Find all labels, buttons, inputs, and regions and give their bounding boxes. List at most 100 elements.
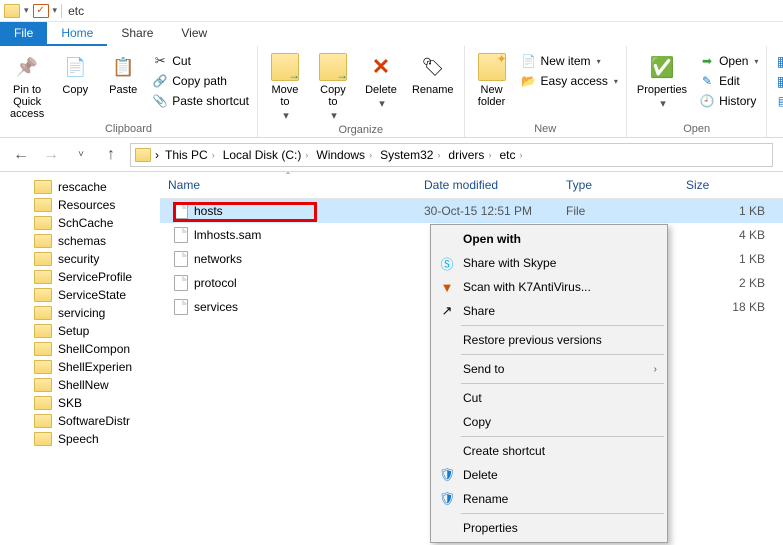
chevron-right-icon[interactable]: ›	[437, 150, 440, 160]
ctx-share[interactable]: ↗Share	[433, 299, 665, 323]
tree-item-label: SchCache	[58, 216, 113, 230]
tree-item[interactable]: SKB	[0, 394, 160, 412]
tree-item[interactable]: ShellExperien	[0, 358, 160, 376]
column-headers: ⌃Name Date modified Type Size	[160, 172, 783, 199]
tree-item[interactable]: ShellCompon	[0, 340, 160, 358]
tab-home[interactable]: Home	[47, 22, 107, 46]
tree-item-label: Resources	[58, 198, 115, 212]
column-name[interactable]: ⌃Name	[160, 172, 416, 198]
column-size[interactable]: Size	[678, 172, 783, 198]
delete-button[interactable]: Delete▾	[360, 50, 402, 112]
copy-button[interactable]: Copy	[54, 50, 96, 98]
history-button[interactable]: History	[697, 92, 760, 110]
new-item-button[interactable]: New item▾	[519, 52, 620, 70]
tree-item[interactable]: Speech	[0, 430, 160, 448]
ctx-share-skype[interactable]: ⓈShare with Skype	[433, 251, 665, 275]
recent-locations-button[interactable]: ˅	[70, 144, 92, 166]
tree-item[interactable]: security	[0, 250, 160, 268]
forward-button[interactable]: →	[40, 144, 62, 166]
move-to-button[interactable]: Move to▾	[264, 50, 306, 124]
tree-item[interactable]: SchCache	[0, 214, 160, 232]
new-folder-button[interactable]: New folder	[471, 50, 513, 110]
context-menu: Open with ⓈShare with Skype ▼Scan with K…	[430, 224, 668, 543]
tab-share[interactable]: Share	[107, 22, 167, 46]
tree-item[interactable]: ServiceState	[0, 286, 160, 304]
chevron-right-icon[interactable]: ›	[488, 150, 491, 160]
chevron-right-icon[interactable]: ›	[155, 148, 159, 162]
ribbon-group-clipboard: Pin to Quick access Copy Paste Cut Copy …	[0, 46, 258, 137]
tree-item[interactable]: schemas	[0, 232, 160, 250]
breadcrumb-segment[interactable]: System32›	[376, 148, 444, 162]
properties-button[interactable]: Properties▾	[633, 50, 691, 112]
paste-button[interactable]: Paste	[102, 50, 144, 98]
copy-icon	[60, 52, 90, 82]
edit-button[interactable]: Edit	[697, 72, 760, 90]
breadcrumb-segment[interactable]: drivers ›	[444, 148, 495, 162]
tree-item-label: schemas	[58, 234, 106, 248]
breadcrumb-segment[interactable]: Local Disk (C:)›	[219, 148, 313, 162]
group-label: Select	[773, 123, 783, 135]
separator	[61, 4, 62, 18]
paste-icon	[108, 52, 138, 82]
folder-icon[interactable]	[4, 4, 20, 18]
navigation-tree[interactable]: rescache Resources SchCache schemas security…	[0, 172, 160, 545]
paste-shortcut-button[interactable]: Paste shortcut	[150, 92, 251, 110]
chevron-right-icon[interactable]: ›	[519, 150, 522, 160]
tree-item[interactable]: ShellNew	[0, 376, 160, 394]
separator	[461, 513, 664, 514]
invert-selection-button[interactable]: Invert	[773, 92, 783, 110]
folder-icon	[34, 198, 52, 212]
file-size: 1 KB	[678, 202, 783, 220]
column-type[interactable]: Type	[558, 172, 678, 198]
copy-to-button[interactable]: Copy to▾	[312, 50, 354, 124]
rename-button[interactable]: Rename	[408, 50, 458, 98]
ctx-cut[interactable]: Cut	[433, 386, 665, 410]
tree-item[interactable]: SoftwareDistr	[0, 412, 160, 430]
folder-icon	[34, 360, 52, 374]
chevron-right-icon[interactable]: ›	[369, 150, 372, 160]
properties-qat-icon[interactable]: ✓	[33, 4, 49, 18]
file-row[interactable]: hosts30-Oct-15 12:51 PMFile1 KB	[160, 199, 783, 223]
breadcrumb[interactable]: › This PC›Local Disk (C:)›Windows›System…	[130, 143, 773, 167]
qat-dropdown-icon[interactable]: ▾	[53, 5, 58, 16]
ctx-send-to[interactable]: Send to›	[433, 357, 665, 381]
breadcrumb-segment[interactable]: This PC›	[161, 148, 219, 162]
pin-to-quick-access-button[interactable]: Pin to Quick access	[6, 50, 48, 122]
ctx-create-shortcut[interactable]: Create shortcut	[433, 439, 665, 463]
tree-item[interactable]: Setup	[0, 322, 160, 340]
up-button[interactable]: ↑	[100, 144, 122, 166]
tab-view[interactable]: View	[167, 22, 221, 46]
chevron-right-icon[interactable]: ›	[305, 150, 308, 160]
ctx-copy[interactable]: Copy	[433, 410, 665, 434]
easy-access-button[interactable]: Easy access▾	[519, 72, 620, 90]
file-size: 18 KB	[678, 298, 783, 316]
rename-icon	[418, 52, 448, 82]
tree-item[interactable]: servicing	[0, 304, 160, 322]
ctx-restore[interactable]: Restore previous versions	[433, 328, 665, 352]
ctx-open-with[interactable]: Open with	[433, 227, 665, 251]
folder-icon	[34, 342, 52, 356]
breadcrumb-segment[interactable]: Windows›	[312, 148, 376, 162]
tree-item[interactable]: ServiceProfile	[0, 268, 160, 286]
qat-dropdown-icon[interactable]: ▾	[24, 5, 29, 16]
tree-item[interactable]: Resources	[0, 196, 160, 214]
ctx-rename[interactable]: 🛡Rename	[433, 487, 665, 511]
breadcrumb-segment[interactable]: etc›	[495, 148, 526, 162]
open-button[interactable]: Open▾	[697, 52, 760, 70]
cut-button[interactable]: Cut	[150, 52, 251, 70]
copy-path-button[interactable]: Copy path	[150, 72, 251, 90]
tree-item[interactable]: rescache	[0, 178, 160, 196]
select-none-button[interactable]: Select	[773, 72, 783, 90]
ctx-properties[interactable]: Properties	[433, 516, 665, 540]
tree-item-label: rescache	[58, 180, 107, 194]
breadcrumb-label: drivers	[448, 148, 484, 162]
tab-file[interactable]: File	[0, 22, 47, 46]
ctx-scan-k7[interactable]: ▼Scan with K7AntiVirus...	[433, 275, 665, 299]
tree-item-label: ShellNew	[58, 378, 109, 392]
chevron-right-icon[interactable]: ›	[212, 150, 215, 160]
select-all-button[interactable]: Select	[773, 52, 783, 70]
file-name: hosts	[194, 204, 223, 218]
column-date[interactable]: Date modified	[416, 172, 558, 198]
back-button[interactable]: ←	[10, 144, 32, 166]
ctx-delete[interactable]: 🛡Delete	[433, 463, 665, 487]
